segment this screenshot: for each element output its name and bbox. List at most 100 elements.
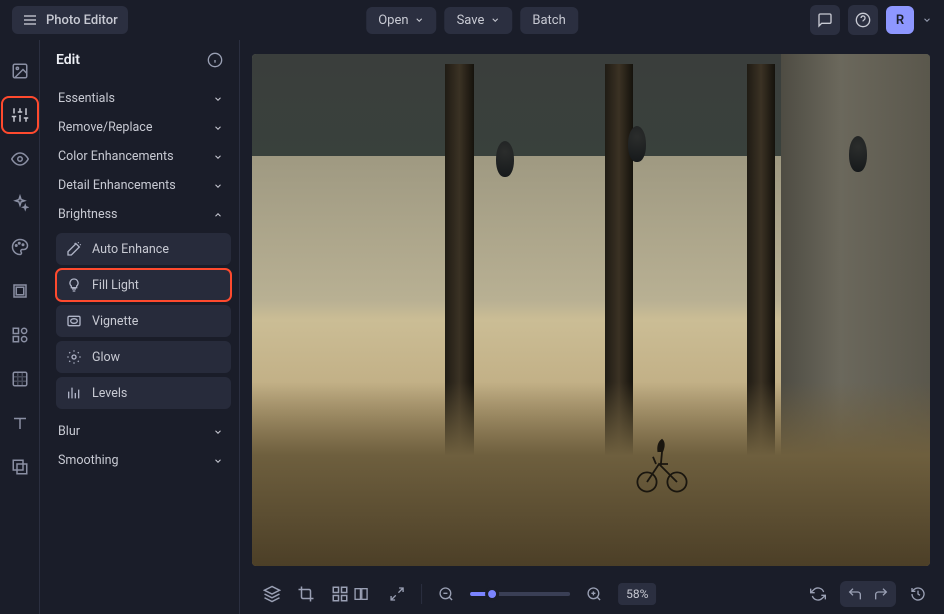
rail-photo[interactable] xyxy=(5,56,35,86)
subitem-auto-enhance[interactable]: Auto Enhance xyxy=(56,233,231,265)
history-icon xyxy=(910,586,926,602)
chevron-down-icon xyxy=(415,15,425,25)
subitem-vignette[interactable]: Vignette xyxy=(56,305,231,337)
tool-rail xyxy=(0,40,40,614)
subitem-fill-light[interactable]: Fill Light xyxy=(56,269,231,301)
rail-brush[interactable] xyxy=(5,232,35,262)
chevron-down-icon xyxy=(213,456,223,466)
gear-icon xyxy=(66,349,82,365)
overlay-icon xyxy=(11,458,29,476)
app-title-chip[interactable]: Photo Editor xyxy=(12,6,128,34)
section-blur[interactable]: Blur xyxy=(50,417,231,446)
subitem-label: Auto Enhance xyxy=(92,242,169,257)
subitem-label: Fill Light xyxy=(92,278,139,293)
refresh-button[interactable] xyxy=(806,582,830,606)
refresh-icon xyxy=(810,586,826,602)
section-label: Smoothing xyxy=(58,453,119,468)
section-color-enhancements[interactable]: Color Enhancements xyxy=(50,142,231,171)
rail-texture[interactable] xyxy=(5,364,35,394)
history-button[interactable] xyxy=(906,582,930,606)
save-label: Save xyxy=(457,13,485,28)
undo-button[interactable] xyxy=(846,585,864,603)
rail-eye[interactable] xyxy=(5,144,35,174)
palette-icon xyxy=(11,238,29,256)
subitem-label: Levels xyxy=(92,386,127,401)
info-icon[interactable] xyxy=(207,52,223,68)
chevron-down-icon xyxy=(213,181,223,191)
avatar-initial: R xyxy=(896,13,904,28)
section-essentials[interactable]: Essentials xyxy=(50,84,231,113)
canvas-image[interactable] xyxy=(252,54,930,566)
zoom-in-button[interactable] xyxy=(582,582,606,606)
subitem-levels[interactable]: Levels xyxy=(56,377,231,409)
expand-icon xyxy=(389,586,405,602)
save-button[interactable]: Save xyxy=(445,7,513,34)
sliders-icon xyxy=(11,106,29,124)
zoom-thumb[interactable] xyxy=(485,587,499,601)
section-label: Brightness xyxy=(58,207,118,222)
section-smoothing[interactable]: Smoothing xyxy=(50,446,231,475)
chevron-down-icon xyxy=(213,123,223,133)
rail-overlay[interactable] xyxy=(5,452,35,482)
section-brightness[interactable]: Brightness xyxy=(50,200,231,229)
section-label: Detail Enhancements xyxy=(58,178,176,193)
bulb-icon xyxy=(66,277,82,293)
app-title: Photo Editor xyxy=(46,13,118,28)
vignette-icon xyxy=(66,313,82,329)
image-icon xyxy=(11,62,29,80)
batch-label: Batch xyxy=(532,13,565,28)
fullscreen-button[interactable] xyxy=(385,582,409,606)
open-button[interactable]: Open xyxy=(366,7,436,34)
chevron-down-icon[interactable] xyxy=(922,15,932,25)
text-icon xyxy=(11,414,29,432)
rail-sparkle[interactable] xyxy=(5,188,35,218)
undo-redo-group xyxy=(840,581,896,607)
chevron-down-icon xyxy=(213,94,223,104)
wand-icon xyxy=(66,241,82,257)
zoom-slider[interactable] xyxy=(470,592,570,596)
zoom-in-icon xyxy=(586,586,602,602)
rail-collage[interactable] xyxy=(5,320,35,350)
divider xyxy=(421,584,422,604)
layers-button[interactable] xyxy=(260,582,284,606)
batch-button[interactable]: Batch xyxy=(520,7,577,34)
section-detail-enhancements[interactable]: Detail Enhancements xyxy=(50,171,231,200)
texture-icon xyxy=(11,370,29,388)
comments-button[interactable] xyxy=(810,5,840,35)
undo-icon xyxy=(847,586,863,602)
rail-adjust[interactable] xyxy=(5,100,35,130)
open-label: Open xyxy=(378,13,408,28)
section-label: Blur xyxy=(58,424,80,439)
chevron-down-icon xyxy=(213,427,223,437)
rail-text[interactable] xyxy=(5,408,35,438)
avatar[interactable]: R xyxy=(886,6,914,34)
edit-panel: Edit Essentials Remove/Replace Color Enh… xyxy=(40,40,240,614)
compare-button[interactable] xyxy=(349,582,373,606)
help-button[interactable] xyxy=(848,5,878,35)
help-icon xyxy=(855,12,871,28)
chevron-up-icon xyxy=(213,210,223,220)
brightness-sublist: Auto Enhance Fill Light Vignette Glow xyxy=(56,233,231,409)
subitem-glow[interactable]: Glow xyxy=(56,341,231,373)
canvas-toolbar: 58% xyxy=(240,574,944,614)
elements-icon xyxy=(11,326,29,344)
zoom-value[interactable]: 58% xyxy=(618,583,656,605)
section-label: Essentials xyxy=(58,91,115,106)
compare-icon xyxy=(353,586,369,602)
subitem-label: Glow xyxy=(92,350,120,365)
section-label: Remove/Replace xyxy=(58,120,152,135)
rail-crop[interactable] xyxy=(5,276,35,306)
eye-icon xyxy=(11,150,29,168)
chevron-down-icon xyxy=(490,15,500,25)
section-label: Color Enhancements xyxy=(58,149,174,164)
redo-button[interactable] xyxy=(872,585,890,603)
zoom-out-button[interactable] xyxy=(434,582,458,606)
section-remove-replace[interactable]: Remove/Replace xyxy=(50,113,231,142)
subitem-label: Vignette xyxy=(92,314,138,329)
menu-icon xyxy=(22,12,38,28)
crop-icon xyxy=(297,585,315,603)
redo-icon xyxy=(873,586,889,602)
zoom-out-icon xyxy=(438,586,454,602)
grid-icon xyxy=(331,585,349,603)
crop-button[interactable] xyxy=(294,582,318,606)
